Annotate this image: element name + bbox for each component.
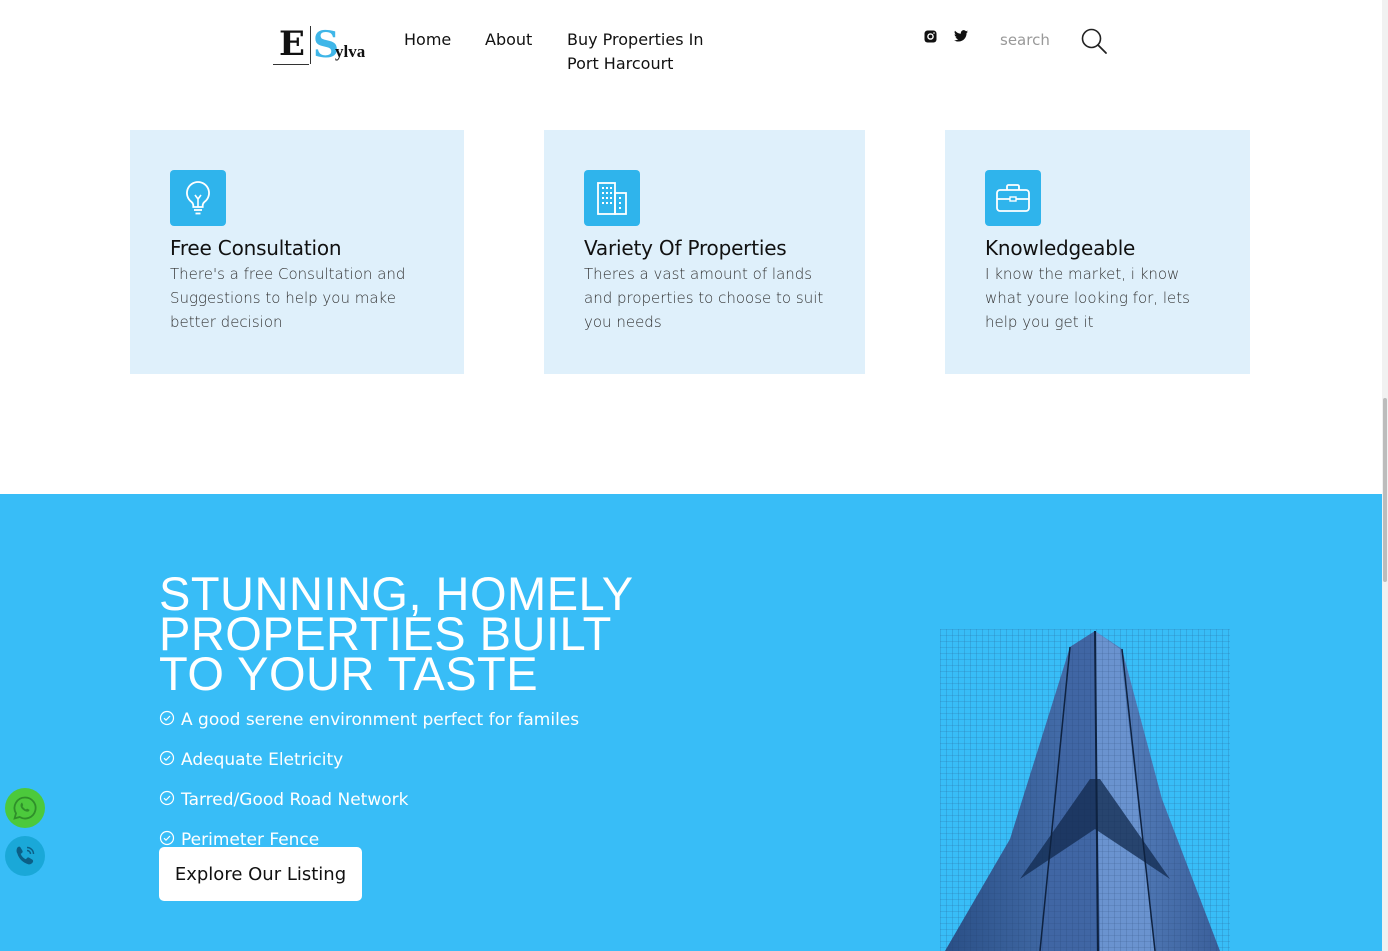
feature-card-knowledgeable: Knowledgeable I know the market, i know …: [945, 130, 1250, 374]
phone-icon[interactable]: [5, 836, 45, 876]
nav-about[interactable]: About: [485, 28, 532, 52]
nav-buy-properties[interactable]: Buy Properties In Port Harcourt: [567, 28, 717, 76]
hero-feature-list: A good serene environment perfect for fa…: [159, 700, 579, 860]
search-icon[interactable]: [1080, 27, 1108, 55]
list-item-text: A good serene environment perfect for fa…: [181, 710, 580, 730]
logo-divider: [310, 26, 311, 64]
feature-title: Variety Of Properties: [584, 236, 787, 260]
list-item: Tarred/Good Road Network: [159, 780, 579, 820]
feature-text: Theres a vast amount of lands and proper…: [584, 265, 824, 331]
logo-underline: [273, 64, 309, 65]
site-header: E S ylva Home About Buy Properties In Po…: [0, 0, 1382, 100]
feature-text: There's a free Consultation and Suggesti…: [170, 265, 406, 331]
instagram-icon[interactable]: [923, 29, 937, 43]
twitter-icon[interactable]: [954, 29, 968, 43]
check-circle-icon: [159, 750, 175, 766]
explore-listing-button[interactable]: Explore Our Listing: [159, 847, 362, 901]
logo-letter-e: E: [279, 24, 305, 64]
scrollbar[interactable]: [1382, 0, 1388, 951]
search-input[interactable]: [996, 26, 1076, 54]
nav-home[interactable]: Home: [404, 28, 451, 52]
feature-card-consultation: Free Consultation There's a free Consult…: [130, 130, 464, 374]
check-circle-icon: [159, 830, 175, 846]
check-circle-icon: [159, 790, 175, 806]
list-item: Adequate Eletricity: [159, 740, 579, 780]
lightbulb-icon: [170, 170, 226, 226]
logo[interactable]: E S ylva: [273, 22, 369, 68]
list-item: A good serene environment perfect for fa…: [159, 700, 579, 740]
skyscraper-image: [940, 629, 1230, 951]
feature-card-variety: Variety Of Properties Theres a vast amou…: [544, 130, 865, 374]
whatsapp-icon[interactable]: [5, 788, 45, 828]
building-icon: [584, 170, 640, 226]
list-item-text: Tarred/Good Road Network: [181, 790, 409, 810]
list-item-text: Adequate Eletricity: [181, 750, 344, 770]
feature-text: I know the market, i know what youre loo…: [985, 265, 1190, 331]
hero-title: STUNNING, HOMELY PROPERTIES BUILT TO YOU…: [159, 567, 633, 700]
check-circle-icon: [159, 710, 175, 726]
feature-title: Free Consultation: [170, 236, 342, 260]
hero-section: STUNNING, HOMELY PROPERTIES BUILT TO YOU…: [0, 494, 1382, 951]
briefcase-icon: [985, 170, 1041, 226]
feature-title: Knowledgeable: [985, 236, 1136, 260]
scrollbar-thumb[interactable]: [1383, 398, 1387, 582]
logo-text: ylva: [335, 42, 366, 61]
